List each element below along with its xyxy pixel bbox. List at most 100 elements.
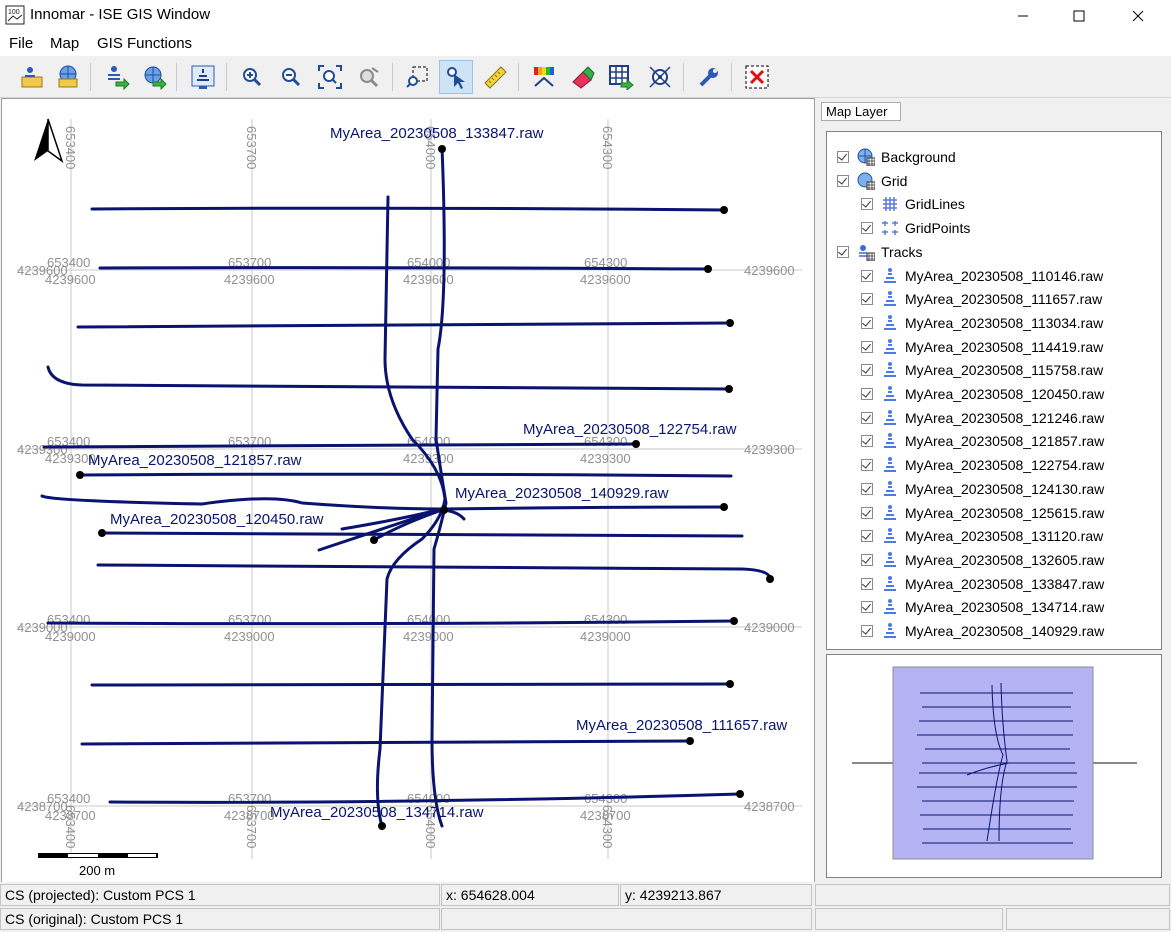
layer-tree-item[interactable]: MyArea_20230508_121857.raw xyxy=(861,430,1104,452)
layer-label: MyArea_20230508_122754.raw xyxy=(905,457,1105,474)
layer-checkbox[interactable] xyxy=(837,174,849,187)
track-file-icon xyxy=(881,527,899,545)
export-map-icon[interactable] xyxy=(137,60,171,94)
layer-checkbox[interactable] xyxy=(861,625,873,637)
export-track-icon[interactable] xyxy=(100,60,134,94)
layer-tree-item[interactable]: MyArea_20230508_111657.raw xyxy=(861,288,1102,310)
layer-tree-item[interactable]: MyArea_20230508_110146.raw xyxy=(861,265,1103,287)
track-label: MyArea_20230508_111657.raw xyxy=(576,717,787,734)
layer-label: Grid xyxy=(881,172,908,189)
layer-tree-item[interactable]: GridPoints xyxy=(861,217,970,239)
track-file-icon xyxy=(881,314,899,332)
layer-tree-item[interactable]: MyArea_20230508_124130.raw xyxy=(861,478,1104,500)
clear-red-x-icon[interactable] xyxy=(740,60,774,94)
layer-checkbox[interactable] xyxy=(861,601,873,614)
track-label: MyArea_20230508_122754.raw xyxy=(523,421,737,438)
minimize-button[interactable] xyxy=(1000,0,1046,31)
track-label: MyArea_20230508_121857.raw xyxy=(88,452,302,469)
layer-label: Background xyxy=(881,149,956,165)
track-file-icon xyxy=(881,551,899,569)
layer-checkbox[interactable] xyxy=(837,245,849,258)
target-icon[interactable] xyxy=(643,60,677,94)
layer-tree-item[interactable]: Background xyxy=(837,146,956,168)
layer-label: MyArea_20230508_121246.raw xyxy=(905,409,1105,426)
map-svg[interactable]: 653400 653700 654000 654300 653400 65370… xyxy=(2,99,814,882)
settings-wrench-icon[interactable] xyxy=(692,60,726,94)
status-cell-empty xyxy=(441,908,812,930)
layer-checkbox[interactable] xyxy=(861,222,873,235)
track-line xyxy=(98,266,710,271)
tab-map-layer[interactable]: Map Layer xyxy=(821,102,901,121)
layer-checkbox[interactable] xyxy=(861,553,873,566)
layer-checkbox[interactable] xyxy=(861,482,873,495)
zoom-in-icon[interactable] xyxy=(235,60,269,94)
layer-checkbox[interactable] xyxy=(861,293,873,306)
northing-label-right: 4239600 xyxy=(744,263,795,278)
track-file-icon xyxy=(881,267,899,285)
menu-map[interactable]: Map xyxy=(50,35,79,52)
open-track-icon[interactable] xyxy=(15,60,49,94)
grid-export-icon[interactable] xyxy=(604,60,638,94)
northing-label: 4239600 xyxy=(403,272,454,287)
layer-tree-item[interactable]: MyArea_20230508_125615.raw xyxy=(861,502,1104,524)
northing-label: 4238700 xyxy=(45,808,96,823)
layer-checkbox[interactable] xyxy=(861,459,873,472)
layer-checkbox[interactable] xyxy=(861,269,873,282)
layer-tree-item[interactable]: GridLines xyxy=(861,193,965,215)
northing-label: 4239600 xyxy=(224,272,275,287)
easting-label-top: 653400 xyxy=(63,126,78,169)
close-button[interactable] xyxy=(1115,0,1161,31)
zoom-fit-icon[interactable] xyxy=(313,60,347,94)
measure-ruler-icon[interactable] xyxy=(478,60,512,94)
pan-icon[interactable] xyxy=(352,60,386,94)
maximize-button[interactable] xyxy=(1056,0,1102,31)
menu-file[interactable]: File xyxy=(9,35,33,52)
eraser-icon[interactable] xyxy=(565,60,599,94)
layer-checkbox[interactable] xyxy=(861,506,873,519)
zoom-out-icon[interactable] xyxy=(274,60,308,94)
layer-tree-item[interactable]: MyArea_20230508_115758.raw xyxy=(861,359,1103,381)
layer-checkbox[interactable] xyxy=(837,151,849,163)
open-map-icon[interactable] xyxy=(51,60,85,94)
layer-checkbox[interactable] xyxy=(861,577,873,590)
layer-tree-item[interactable]: MyArea_20230508_134714.raw xyxy=(861,596,1104,618)
select-region-icon[interactable] xyxy=(401,60,435,94)
layer-label: MyArea_20230508_125615.raw xyxy=(905,504,1105,521)
layer-tree-item[interactable]: MyArea_20230508_133847.raw xyxy=(861,573,1104,595)
cs-projected-status: CS (projected): Custom PCS 1 xyxy=(0,884,440,906)
layer-tree-item[interactable]: MyArea_20230508_113034.raw xyxy=(861,312,1103,334)
layer-checkbox[interactable] xyxy=(861,411,873,424)
layer-tree-item[interactable]: MyArea_20230508_140929.raw xyxy=(861,620,1104,642)
cs-original-status: CS (original): Custom PCS 1 xyxy=(0,908,440,930)
layer-checkbox[interactable] xyxy=(861,435,873,448)
layer-tree[interactable]: Background Grid GridLines GridPoints Tracks M… xyxy=(826,131,1162,650)
track-file-icon xyxy=(881,385,899,403)
layer-label: MyArea_20230508_113034.raw xyxy=(905,314,1104,331)
layer-tree-item[interactable]: MyArea_20230508_122754.raw xyxy=(861,454,1104,476)
track-file-icon xyxy=(881,622,899,640)
northing-label: 4239600 xyxy=(580,272,631,287)
layer-checkbox[interactable] xyxy=(861,340,873,353)
layer-tree-item[interactable]: Tracks xyxy=(837,241,922,263)
select-pointer-icon[interactable] xyxy=(439,60,473,94)
layer-label: MyArea_20230508_124130.raw xyxy=(905,480,1105,497)
layer-tree-item[interactable]: MyArea_20230508_121246.raw xyxy=(861,407,1104,429)
color-scale-icon[interactable] xyxy=(527,60,561,94)
layer-checkbox[interactable] xyxy=(861,198,873,211)
layer-tree-item[interactable]: MyArea_20230508_132605.raw xyxy=(861,549,1104,571)
layer-checkbox[interactable] xyxy=(861,388,873,400)
layer-checkbox[interactable] xyxy=(861,316,873,329)
layer-tree-item[interactable]: Grid xyxy=(837,170,907,192)
overview-svg[interactable] xyxy=(827,655,1161,877)
layer-tree-item[interactable]: MyArea_20230508_131120.raw xyxy=(861,525,1103,547)
layer-checkbox[interactable] xyxy=(861,530,873,543)
overview-map[interactable] xyxy=(826,654,1162,878)
layer-label: MyArea_20230508_110146.raw xyxy=(905,267,1104,284)
menu-gis-functions[interactable]: GIS Functions xyxy=(97,35,192,52)
layer-checkbox[interactable] xyxy=(861,364,873,377)
echosounder-icon[interactable] xyxy=(186,60,220,94)
track-line xyxy=(90,682,732,687)
layer-tree-item[interactable]: MyArea_20230508_114419.raw xyxy=(861,336,1103,358)
map-canvas[interactable]: 653400 653700 654000 654300 653400 65370… xyxy=(1,98,815,883)
layer-tree-item[interactable]: MyArea_20230508_120450.raw xyxy=(861,383,1104,405)
